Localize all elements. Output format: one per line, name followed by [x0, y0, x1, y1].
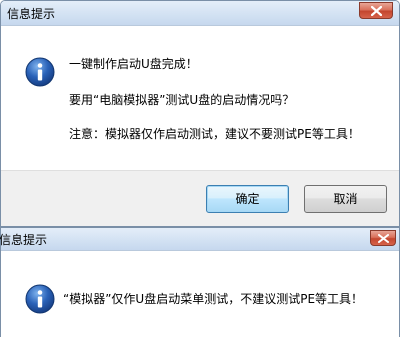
- close-button[interactable]: [359, 2, 393, 19]
- dialog-titlebar[interactable]: 信息提示: [0, 228, 399, 251]
- message-line-note: 注意：模拟器仅作启动测试，建议不要测试PE等工具！: [69, 127, 360, 141]
- cancel-button[interactable]: 取消: [304, 185, 387, 213]
- message-line-question: 要用“电脑模拟器”测试U盘的启动情况吗？: [69, 93, 295, 107]
- dialog-button-area: 确定 取消: [1, 170, 399, 226]
- info-icon: [25, 57, 55, 87]
- dialog-title: 信息提示: [7, 7, 56, 21]
- info-dialog-primary: 信息提示 一键制作启动U盘完成！ 要用“电脑模拟器”测试U盘的启动情况吗？ 注意…: [0, 0, 400, 227]
- close-icon: [378, 234, 389, 243]
- message-line: “模拟器”仅作U盘启动菜单测试，不建议测试PE等工具！: [63, 292, 364, 306]
- dialog-titlebar[interactable]: 信息提示: [1, 1, 399, 26]
- close-icon: [371, 6, 382, 16]
- info-dialog-secondary: 信息提示 “模拟器”仅作U盘启动菜单测试，不建议测试PE等工具！: [0, 227, 400, 337]
- close-button[interactable]: [370, 230, 396, 246]
- info-icon: [25, 284, 55, 314]
- ok-button[interactable]: 确定: [206, 185, 289, 213]
- dialog-title: 信息提示: [0, 233, 48, 247]
- message-line-complete: 一键制作启动U盘完成！: [69, 57, 198, 71]
